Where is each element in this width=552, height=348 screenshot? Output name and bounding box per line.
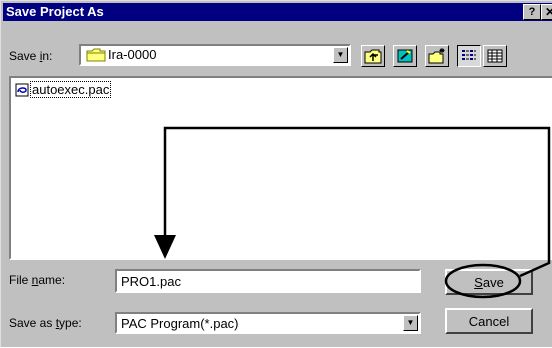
- annotation-arrow-line: [163, 126, 551, 278]
- annotation-arrowhead: [154, 235, 176, 259]
- save-highlight-ellipse: [444, 263, 522, 299]
- annotation-overlay: [154, 126, 551, 299]
- save-project-dialog: Save Project As ? ✕ Save in: Ira-0000 ▼: [0, 0, 552, 347]
